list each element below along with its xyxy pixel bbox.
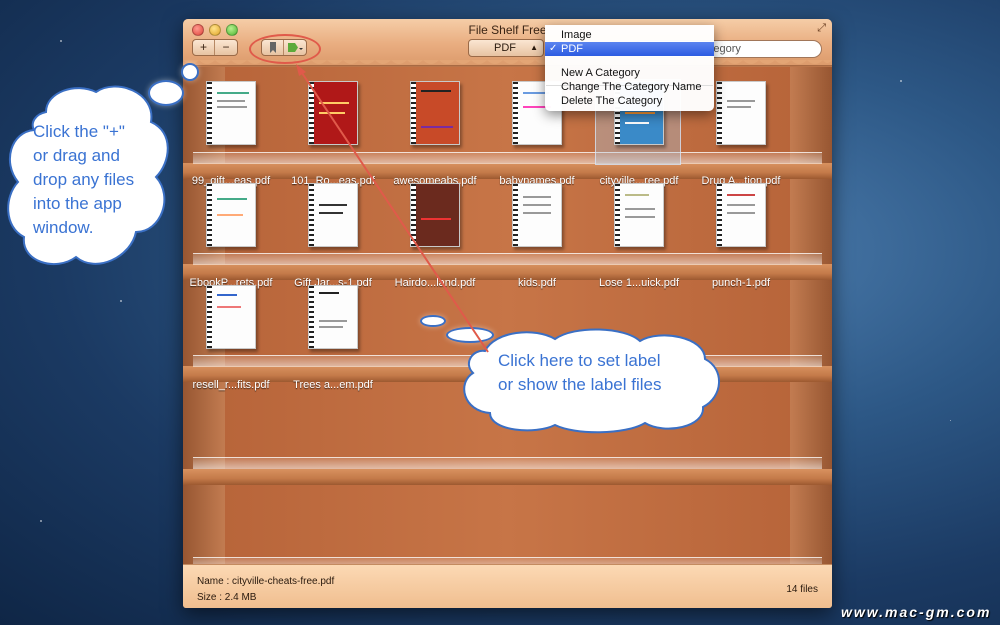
shelf-right-side bbox=[790, 67, 832, 564]
pdf-file-icon[interactable] bbox=[614, 183, 664, 247]
file-count: 14 files bbox=[786, 584, 818, 595]
right-callout-line: or show the label files bbox=[498, 375, 662, 394]
category-menu: Image ✓ PDF New A Category Change The Cat… bbox=[545, 25, 714, 111]
menu-item-new-category[interactable]: New A Category bbox=[545, 66, 714, 80]
left-callout-line: or drag and bbox=[33, 146, 120, 165]
menu-item-image[interactable]: Image bbox=[545, 28, 714, 42]
file-shelf-window: File Shelf Free ⤢ + − PDF ▲ rch in the C… bbox=[183, 19, 832, 608]
menu-item-label: Image bbox=[561, 29, 592, 41]
pdf-file-icon[interactable] bbox=[410, 81, 460, 145]
watermark: www.mac-gm.com bbox=[841, 604, 992, 620]
pdf-file-icon[interactable] bbox=[410, 183, 460, 247]
bookshelf: 99_gift...eas.pdf 101_Ro...eas.pdf aweso… bbox=[183, 67, 832, 569]
pdf-file-icon[interactable] bbox=[206, 81, 256, 145]
pdf-file-icon[interactable] bbox=[716, 81, 766, 145]
file-label[interactable]: Hairdo...land.pdf bbox=[385, 277, 485, 289]
selected-file-name: Name : cityville-cheats-free.pdf bbox=[197, 576, 335, 587]
pdf-file-icon[interactable] bbox=[308, 183, 358, 247]
file-label[interactable]: Trees a...em.pdf bbox=[283, 379, 383, 391]
remove-file-button[interactable]: − bbox=[215, 40, 237, 55]
menu-item-change-category-name[interactable]: Change The Category Name bbox=[545, 80, 714, 94]
menu-item-label: PDF bbox=[561, 43, 583, 55]
add-file-button[interactable]: + bbox=[193, 40, 215, 55]
pdf-file-icon[interactable] bbox=[206, 285, 256, 349]
callout-bubble-dot bbox=[420, 315, 446, 327]
fullscreen-icon[interactable]: ⤢ bbox=[817, 22, 826, 35]
pdf-file-icon[interactable] bbox=[512, 183, 562, 247]
menu-item-pdf[interactable]: ✓ PDF bbox=[545, 42, 714, 56]
callout-bubble-dot bbox=[181, 63, 199, 81]
right-callout-line: Click here to set label bbox=[498, 351, 661, 370]
star bbox=[900, 80, 902, 82]
shelf-board bbox=[183, 469, 832, 485]
glass-shelf bbox=[193, 253, 822, 265]
star bbox=[60, 40, 62, 42]
pdf-file-icon[interactable] bbox=[308, 81, 358, 145]
add-remove-segment: + − bbox=[192, 39, 238, 56]
left-callout-line: drop any files bbox=[33, 170, 135, 189]
pdf-file-icon[interactable] bbox=[716, 183, 766, 247]
pdf-file-icon[interactable] bbox=[308, 285, 358, 349]
status-footer: Name : cityville-cheats-free.pdf Size : … bbox=[183, 564, 832, 608]
category-select-value: PDF bbox=[494, 42, 516, 54]
menu-item-label: Delete The Category bbox=[561, 95, 663, 107]
category-select[interactable]: PDF ▲ bbox=[468, 39, 544, 57]
updown-chevron-icon: ▲ bbox=[530, 43, 538, 52]
menu-item-label: Change The Category Name bbox=[561, 81, 702, 93]
file-label[interactable]: punch-1.pdf bbox=[691, 277, 791, 289]
left-callout-line: into the app bbox=[33, 194, 122, 213]
left-callout-line: Click the "+" bbox=[33, 122, 125, 141]
menu-item-label: New A Category bbox=[561, 67, 640, 79]
star bbox=[120, 300, 122, 302]
glass-shelf bbox=[193, 152, 822, 164]
file-label[interactable]: resell_r...fits.pdf bbox=[183, 379, 281, 391]
menu-item-delete-category[interactable]: Delete The Category bbox=[545, 94, 714, 108]
glass-shelf bbox=[193, 457, 822, 469]
file-label[interactable]: Lose 1...uick.pdf bbox=[589, 277, 689, 289]
pdf-file-icon[interactable] bbox=[206, 183, 256, 247]
star bbox=[950, 420, 951, 421]
annotation-highlight-ellipse bbox=[249, 34, 321, 64]
check-icon: ✓ bbox=[549, 43, 558, 54]
selected-file-size: Size : 2.4 MB bbox=[197, 592, 257, 603]
file-label[interactable]: kids.pdf bbox=[487, 277, 587, 289]
left-callout-line: window. bbox=[33, 218, 94, 237]
star bbox=[40, 520, 42, 522]
